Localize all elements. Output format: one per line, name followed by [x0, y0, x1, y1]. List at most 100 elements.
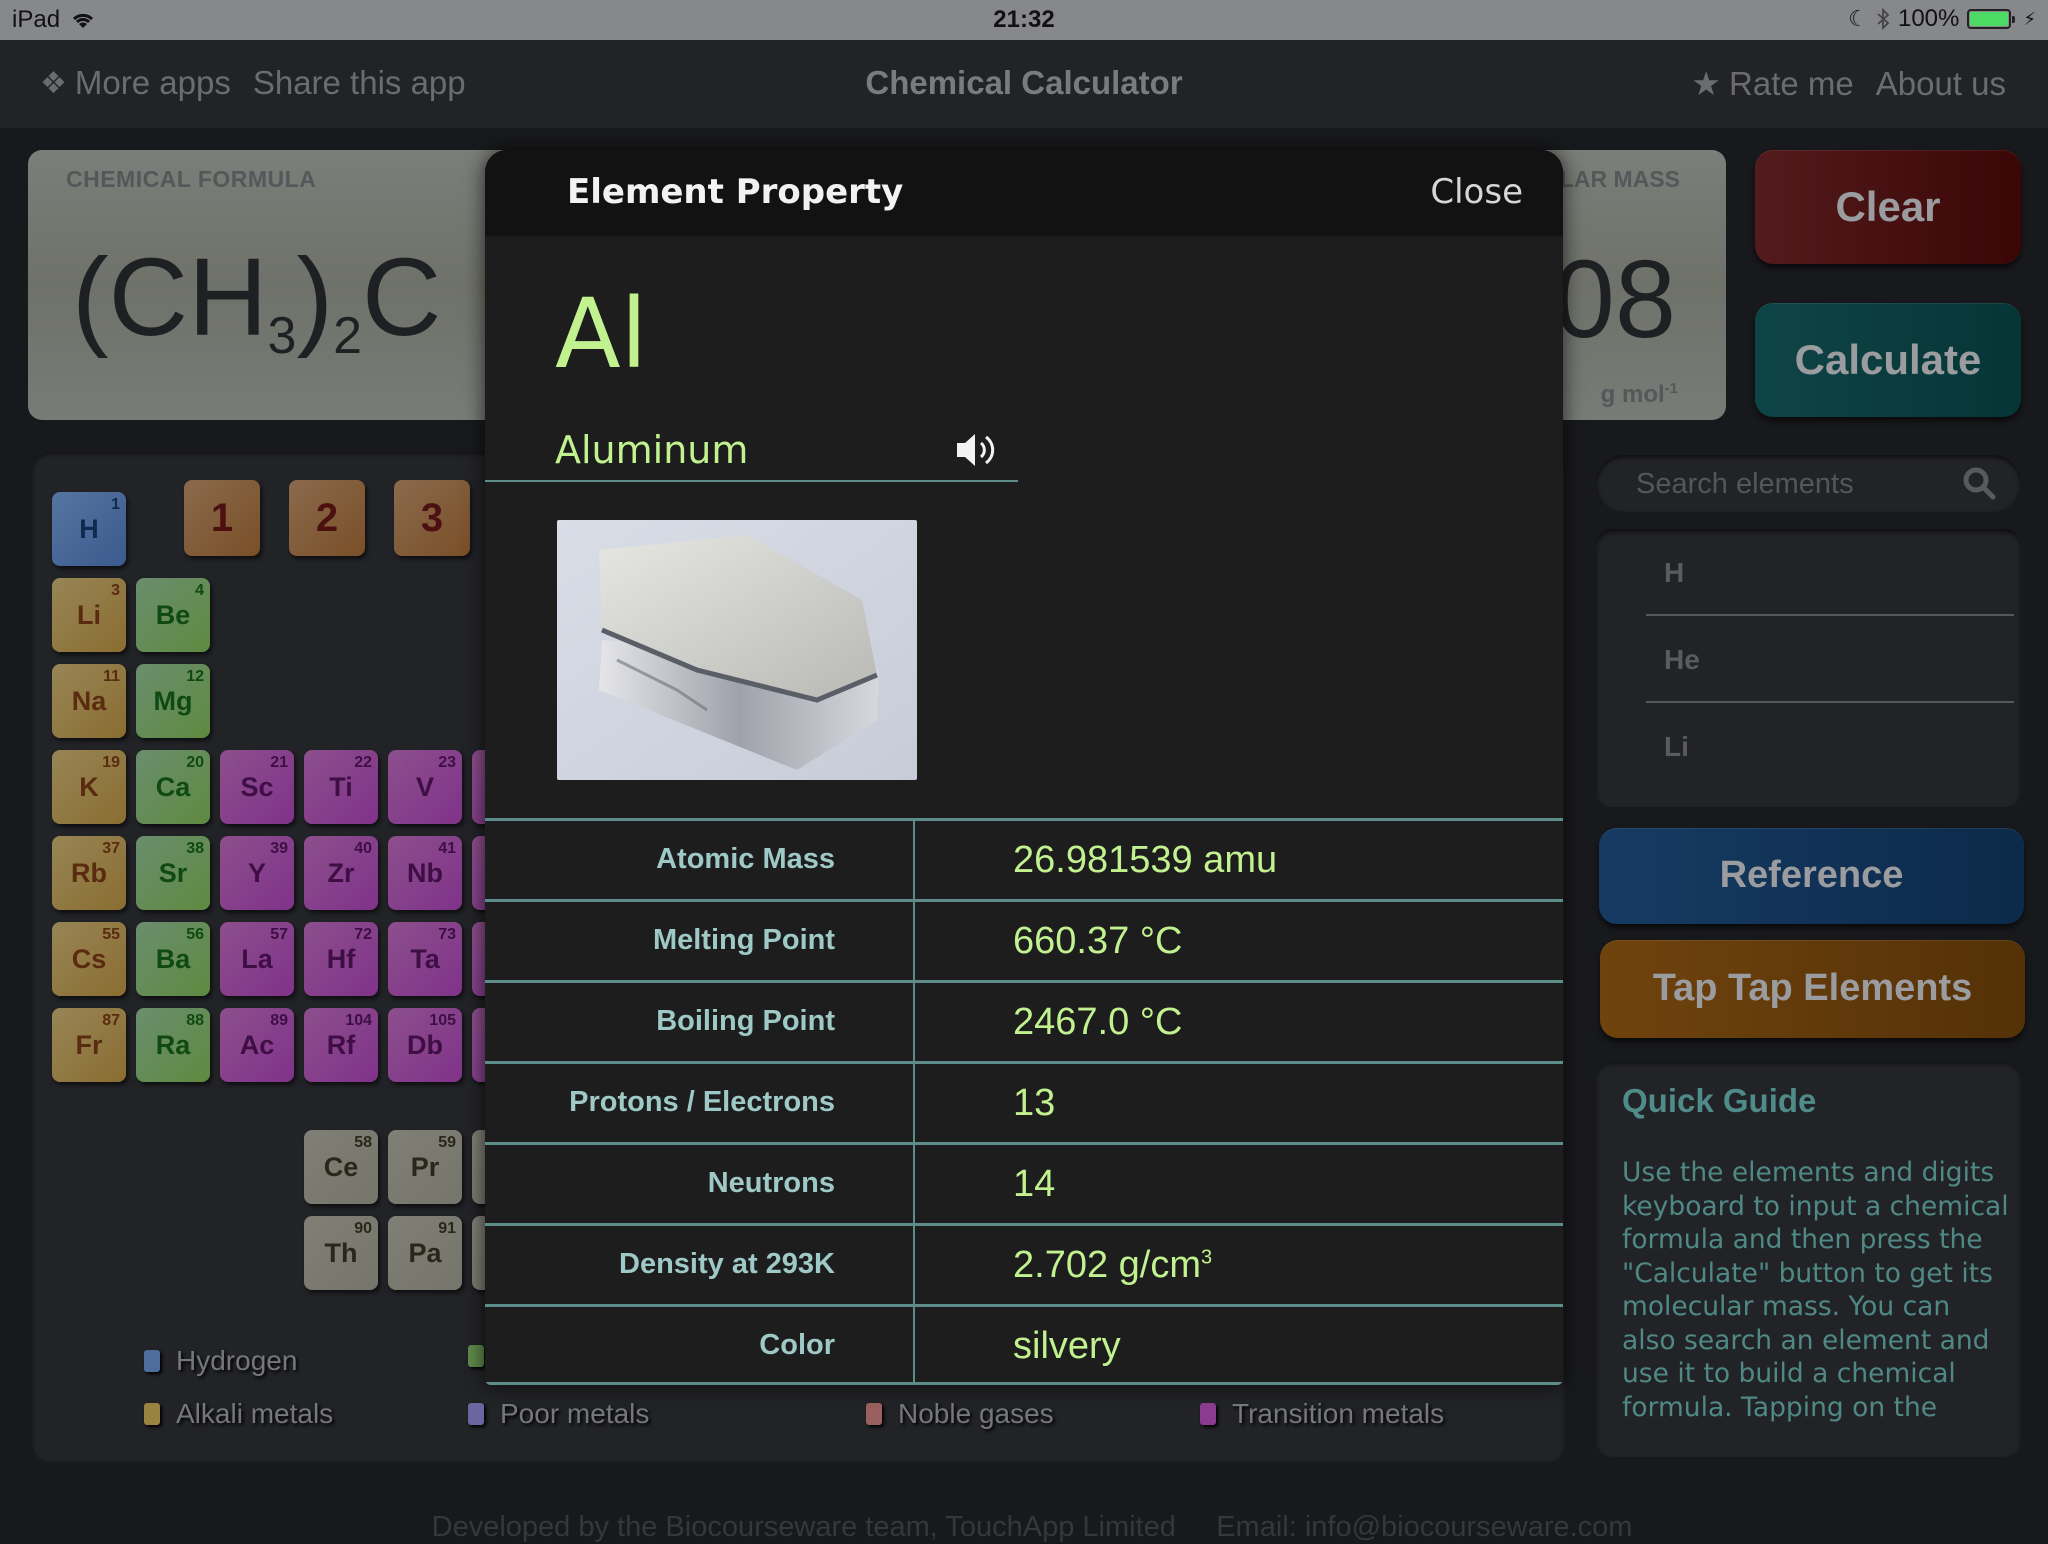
- element-tile-v[interactable]: 23 V: [388, 750, 462, 824]
- property-value: 2.702 g/cm3: [1013, 1244, 1212, 1287]
- property-label: Neutrons: [707, 1167, 835, 1199]
- digit-key-3[interactable]: 3: [394, 480, 470, 556]
- molar-mass-value: 08: [1553, 238, 1676, 361]
- property-value-text: 660.37 °C: [1013, 920, 1183, 962]
- element-tile-be[interactable]: 4 Be: [136, 578, 210, 652]
- rate-me-link[interactable]: ★ Rate me: [1691, 64, 1853, 103]
- atomic-number: 90: [354, 1220, 372, 1237]
- speaker-icon[interactable]: [953, 428, 999, 472]
- clear-button[interactable]: Clear: [1755, 150, 2021, 264]
- atomic-number: 39: [270, 840, 288, 857]
- quick-guide-title: Quick Guide: [1622, 1082, 1817, 1119]
- element-symbol-label: K: [79, 772, 99, 802]
- moon-icon: ☾: [1848, 6, 1868, 31]
- list-item-label: He: [1664, 644, 1700, 675]
- atomic-number: 38: [186, 840, 204, 857]
- element-symbol-label: Ce: [323, 1152, 359, 1182]
- star-icon: ★: [1691, 65, 1722, 102]
- atomic-number: 12: [186, 668, 204, 685]
- quick-guide-panel: Quick Guide Use the elements and digits …: [1596, 1062, 2021, 1457]
- property-label: Atomic Mass: [656, 843, 835, 875]
- reference-button[interactable]: Reference: [1599, 828, 2024, 924]
- element-tile-ta[interactable]: 73 Ta: [388, 922, 462, 996]
- element-tile-mg[interactable]: 12 Mg: [136, 664, 210, 738]
- property-value-text: 14: [1013, 1163, 1056, 1205]
- element-tile-na[interactable]: 11 Na: [52, 664, 126, 738]
- rate-me-label: Rate me: [1729, 64, 1854, 102]
- element-symbol-label: Db: [407, 1030, 443, 1060]
- property-value-text: 13: [1013, 1082, 1056, 1124]
- digit-label: 2: [315, 496, 339, 540]
- element-tile-nb[interactable]: 41 Nb: [388, 836, 462, 910]
- formula-subscript: 2: [333, 307, 362, 365]
- element-tile-rf[interactable]: 104 Rf: [304, 1008, 378, 1082]
- list-item-label: H: [1664, 557, 1685, 588]
- element-symbol-label: Ba: [155, 944, 191, 974]
- element-tile-ca[interactable]: 20 Ca: [136, 750, 210, 824]
- close-button[interactable]: Close: [1430, 172, 1523, 212]
- element-tile-db[interactable]: 105 Db: [388, 1008, 462, 1082]
- element-tile-h[interactable]: 1H: [52, 492, 126, 566]
- element-tile-y[interactable]: 39 Y: [220, 836, 294, 910]
- search-icon[interactable]: [1961, 465, 1997, 501]
- footer: Developed by the Biocourseware team, Tou…: [0, 1478, 2048, 1544]
- element-tile-cs[interactable]: 55 Cs: [52, 922, 126, 996]
- element-symbol-label: Ca: [155, 772, 191, 802]
- element-tile-k[interactable]: 19 K: [52, 750, 126, 824]
- element-tile-ce[interactable]: 58 Ce: [304, 1130, 378, 1204]
- element-symbol-label: H: [79, 514, 99, 544]
- legend-swatch: [866, 1403, 882, 1425]
- quick-guide-text: Use the elements and digits keyboard to …: [1622, 1157, 2009, 1426]
- element-symbol-label: Th: [324, 1238, 358, 1268]
- property-value-text: silvery: [1013, 1325, 1121, 1367]
- legend-label: Alkali metals: [176, 1398, 334, 1429]
- legend-item-poor-metals: Poor metals: [468, 1398, 649, 1430]
- element-tile-ti[interactable]: 22 Ti: [304, 750, 378, 824]
- property-label: Melting Point: [652, 924, 835, 956]
- about-us-link[interactable]: About us: [1876, 65, 2006, 103]
- element-symbol-label: Ta: [410, 944, 440, 974]
- element-tile-ra[interactable]: 88 Ra: [136, 1008, 210, 1082]
- element-symbol-label: Na: [71, 686, 107, 716]
- battery-icon: [1967, 9, 2016, 29]
- footer-email[interactable]: Email: info@biocourseware.com: [1216, 1511, 1632, 1543]
- legend-label: Noble gases: [898, 1398, 1054, 1429]
- element-tile-ba[interactable]: 56 Ba: [136, 922, 210, 996]
- element-tile-sc[interactable]: 21 Sc: [220, 750, 294, 824]
- digit-key-1[interactable]: 1: [184, 480, 260, 556]
- list-item[interactable]: He: [1646, 616, 2014, 703]
- atomic-number: 56: [186, 926, 204, 943]
- element-tile-ac[interactable]: 89 Ac: [220, 1008, 294, 1082]
- list-item[interactable]: Li: [1646, 703, 2014, 790]
- element-tile-la[interactable]: 57 La: [220, 922, 294, 996]
- atomic-number: 57: [270, 926, 288, 943]
- digit-key-2[interactable]: 2: [289, 480, 365, 556]
- element-symbol-label: Nb: [407, 858, 443, 888]
- element-tile-rb[interactable]: 37 Rb: [52, 836, 126, 910]
- atomic-number: 1: [111, 496, 120, 513]
- search-input[interactable]: [1634, 463, 1958, 505]
- element-symbol-label: Ac: [239, 1030, 275, 1060]
- element-tile-zr[interactable]: 40 Zr: [304, 836, 378, 910]
- legend-item-noble-gases: Noble gases: [866, 1398, 1054, 1430]
- tap-tap-elements-button[interactable]: Tap Tap Elements: [1600, 940, 2025, 1038]
- element-symbol-label: Fr: [75, 1030, 103, 1060]
- atomic-number: 3: [111, 582, 120, 599]
- element-tile-pa[interactable]: 91 Pa: [388, 1216, 462, 1290]
- property-value: 14: [1013, 1163, 1055, 1206]
- property-value: 2467.0 °C: [1013, 1001, 1182, 1044]
- element-tile-pr[interactable]: 59 Pr: [388, 1130, 462, 1204]
- element-tile-sr[interactable]: 38 Sr: [136, 836, 210, 910]
- property-value: 13: [1013, 1082, 1055, 1125]
- calculate-button[interactable]: Calculate: [1755, 303, 2021, 417]
- unit-exponent: -1: [1664, 380, 1678, 397]
- charging-icon: ⚡: [2023, 8, 2036, 29]
- element-tile-fr[interactable]: 87 Fr: [52, 1008, 126, 1082]
- element-symbol-label: Sr: [158, 858, 188, 888]
- list-item[interactable]: H: [1646, 529, 2014, 616]
- element-tile-hf[interactable]: 72 Hf: [304, 922, 378, 996]
- atomic-number: 4: [195, 582, 204, 599]
- element-tile-th[interactable]: 90 Th: [304, 1216, 378, 1290]
- legend-item-hydrogen: Hydrogen: [144, 1345, 297, 1377]
- element-tile-li[interactable]: 3 Li: [52, 578, 126, 652]
